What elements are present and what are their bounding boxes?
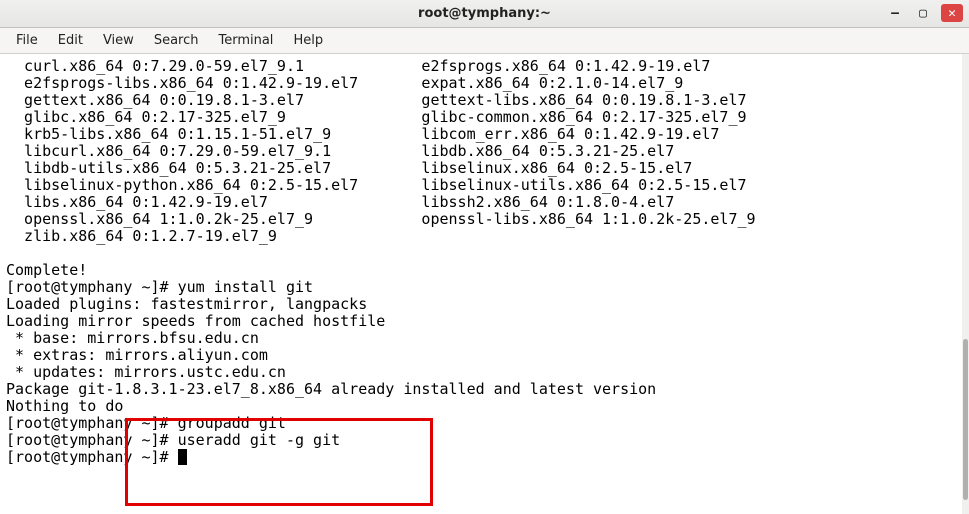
menu-view[interactable]: View	[93, 29, 144, 52]
terminal-output: curl.x86_64 0:7.29.0-59.el7_9.1 e2fsprog…	[0, 54, 969, 470]
titlebar: root@tymphany:~ — ▢ ✕	[0, 0, 969, 28]
scrollbar-thumb[interactable]	[963, 339, 968, 500]
menu-help[interactable]: Help	[283, 29, 333, 52]
terminal-cursor	[178, 449, 187, 465]
close-icon[interactable]: ✕	[941, 4, 963, 22]
menu-terminal[interactable]: Terminal	[208, 29, 283, 52]
menu-file[interactable]: File	[6, 29, 48, 52]
window-controls: — ▢ ✕	[885, 4, 963, 22]
window-title: root@tymphany:~	[418, 6, 551, 21]
menubar: File Edit View Search Terminal Help	[0, 28, 969, 54]
menu-search[interactable]: Search	[144, 29, 209, 52]
menu-edit[interactable]: Edit	[48, 29, 93, 52]
minimize-icon[interactable]: —	[885, 4, 905, 22]
terminal-area[interactable]: curl.x86_64 0:7.29.0-59.el7_9.1 e2fsprog…	[0, 54, 969, 514]
maximize-icon[interactable]: ▢	[913, 4, 933, 22]
scrollbar[interactable]	[962, 54, 969, 514]
